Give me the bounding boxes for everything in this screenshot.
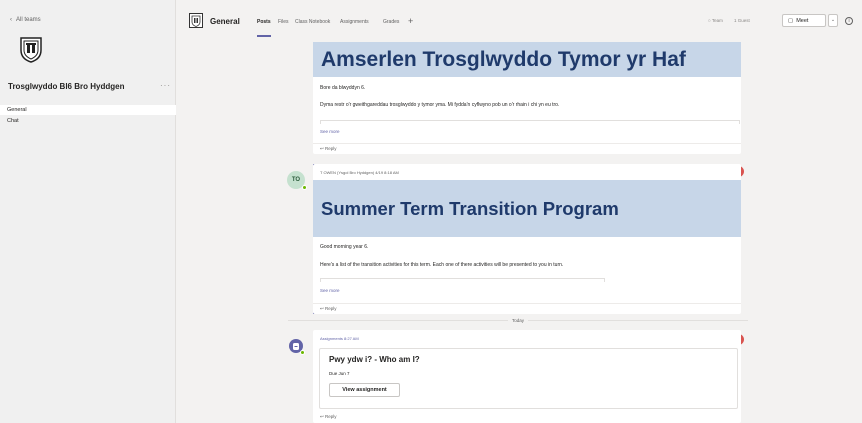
assignment-preview: Pwy ydw i? - Who am I? Due Jun 7 View as…	[319, 348, 738, 409]
more-options-icon[interactable]: ···	[160, 81, 171, 90]
reply-label: Reply	[325, 146, 337, 151]
team-label: Team	[711, 18, 723, 23]
tab-posts[interactable]: Posts	[257, 19, 271, 25]
post-banner-title: Summer Term Transition Program	[321, 198, 619, 219]
info-icon[interactable]: i	[845, 17, 853, 25]
all-teams-label: All teams	[16, 17, 41, 23]
team-name: Trosglwyddo Bl6 Bro Hyddgen	[8, 82, 125, 91]
team-crest-icon	[189, 13, 203, 28]
post-banner-title: Amserlen Trosglwyddo Tymor yr Haf	[321, 48, 686, 71]
team-crest-icon	[20, 37, 42, 63]
channel-title: General	[210, 17, 240, 26]
video-icon: ▢	[788, 17, 794, 24]
post-card: T OWEN (Ysgol Bro Hyddgen) 4/19 8:18 AM …	[313, 164, 741, 314]
assignment-card: Assignments 8:27 AM Pwy ydw i? - Who am …	[313, 330, 741, 423]
channel-header: General Posts Files Class Notebook Assig…	[177, 0, 862, 42]
see-more-link[interactable]: See more	[320, 288, 340, 293]
active-tab-indicator	[257, 35, 271, 37]
meet-dropdown-button[interactable]: ⌄	[828, 14, 838, 27]
reply-button[interactable]: ↩ Reply	[313, 143, 741, 153]
see-more-link[interactable]: See more	[320, 129, 340, 134]
tab-assignments[interactable]: Assignments	[340, 19, 369, 25]
meet-label: Meet	[796, 17, 809, 24]
assignment-title: Pwy ydw i? - Who am I?	[329, 355, 420, 364]
scrollbar[interactable]	[855, 42, 862, 423]
reply-label: Reply	[325, 414, 337, 419]
post-text: Good morning year 6.	[320, 244, 369, 250]
post-banner: Summer Term Transition Program	[313, 180, 741, 237]
channel-general[interactable]: General	[0, 105, 176, 115]
team-sidebar: ‹ All teams Trosglwyddo Bl6 Bro Hyddgen …	[0, 0, 176, 423]
post-text: Dyma restr o'r gweithgareddau trosglwydd…	[320, 102, 560, 108]
channel-chat[interactable]: Chat	[0, 116, 176, 126]
post-preview-table	[320, 278, 605, 282]
date-separator-label: Today	[508, 318, 529, 323]
meet-button[interactable]: ▢ Meet	[782, 14, 826, 27]
post-card: Amserlen Trosglwyddo Tymor yr Haf Bore d…	[313, 42, 741, 154]
tab-class-notebook[interactable]: Class Notebook	[295, 19, 330, 25]
post-preview-table	[320, 120, 740, 124]
reply-button[interactable]: ↩ Reply	[313, 412, 741, 422]
post-author-meta: Assignments 8:27 AM	[320, 336, 359, 341]
post-text: Bore da blwyddyn 6.	[320, 85, 366, 91]
assignment-due-date: Due Jun 7	[329, 371, 350, 376]
post-author-meta: T OWEN (Ysgol Bro Hyddgen) 4/19 8:18 AM	[320, 170, 399, 175]
tab-grades[interactable]: Grades	[383, 19, 399, 25]
presence-available-icon	[300, 350, 305, 355]
tab-files[interactable]: Files	[278, 19, 289, 25]
view-assignment-button[interactable]: View assignment	[329, 383, 400, 397]
chevron-left-icon: ‹	[10, 17, 12, 23]
post-banner: Amserlen Trosglwyddo Tymor yr Haf	[313, 42, 741, 77]
team-button[interactable]: ○ Team	[708, 18, 723, 23]
all-teams-link[interactable]: ‹ All teams	[10, 17, 41, 23]
presence-available-icon	[302, 185, 307, 190]
post-text: Here's a list of the transition activiti…	[320, 262, 564, 268]
guest-button[interactable]: 1 Guest	[734, 18, 750, 23]
reply-label: Reply	[325, 306, 337, 311]
reply-button[interactable]: ↩ Reply	[313, 303, 741, 313]
add-tab-button[interactable]: +	[408, 16, 413, 26]
